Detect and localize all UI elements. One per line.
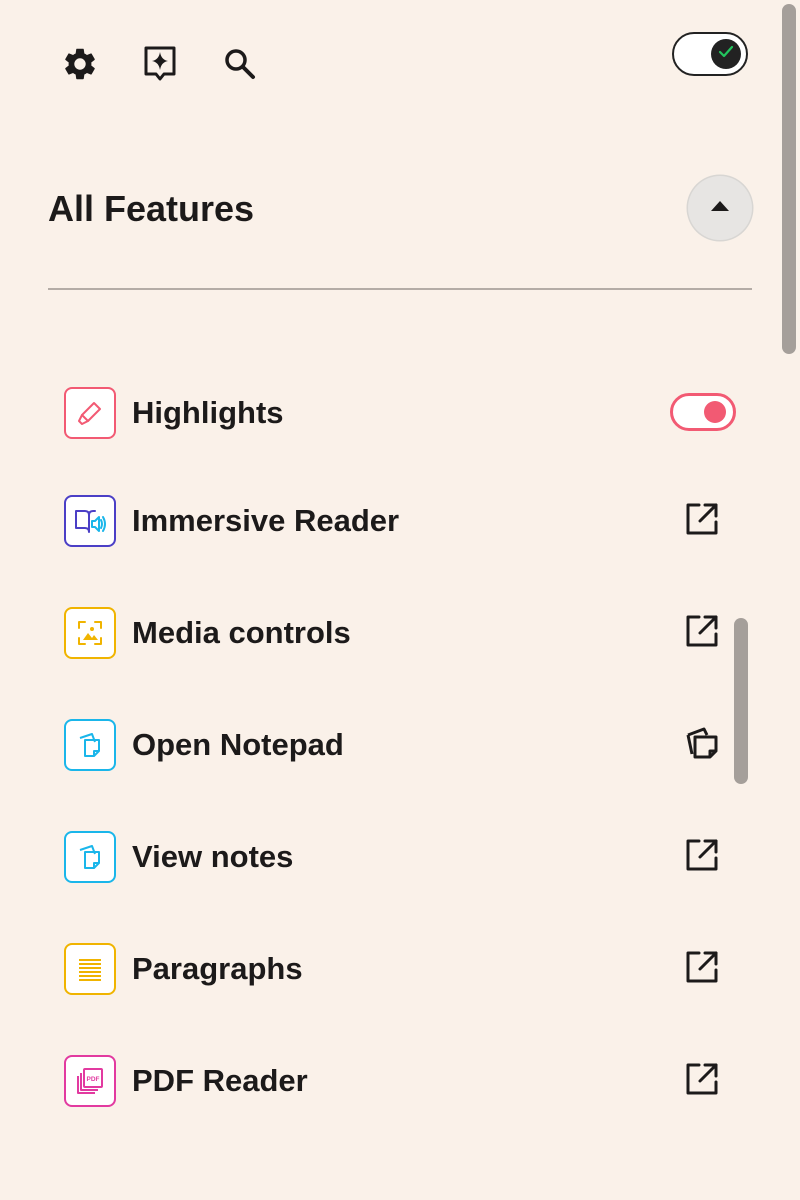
section-title: All Features (48, 188, 255, 229)
open-external-icon (685, 1062, 719, 1101)
collapse-button[interactable] (688, 176, 752, 240)
feature-label: Media controls (132, 615, 351, 650)
open-external-button[interactable] (684, 615, 720, 651)
toggle-knob (704, 401, 726, 423)
copy-notes-button[interactable] (684, 727, 720, 763)
list-scrollbar[interactable] (734, 618, 748, 784)
pdf-icon: PDF (64, 1055, 116, 1107)
open-external-icon (685, 838, 719, 877)
open-external-button[interactable] (684, 503, 720, 539)
settings-button[interactable] (56, 40, 104, 88)
open-external-icon (685, 614, 719, 653)
feature-label: View notes (132, 839, 294, 874)
sparkle-badge-icon (142, 45, 178, 83)
feature-panel: All Features Highlights Immersive Reader… (0, 0, 800, 1200)
notes-icon (64, 831, 116, 883)
feature-label: PDF Reader (132, 1063, 308, 1098)
section-divider (48, 288, 752, 290)
feature-immersive-reader[interactable]: Immersive Reader (64, 495, 744, 547)
feature-label: Immersive Reader (132, 503, 400, 538)
highlights-toggle[interactable] (670, 393, 736, 431)
pdf-icon-text: PDF (87, 1076, 100, 1083)
feature-label: Open Notepad (132, 727, 344, 762)
check-icon (718, 45, 734, 64)
feature-pdf-reader[interactable]: PDF PDF Reader (64, 1055, 744, 1107)
toggle-knob (711, 39, 741, 69)
open-external-button[interactable] (684, 951, 720, 987)
master-toggle[interactable] (672, 32, 748, 76)
search-button[interactable] (216, 40, 264, 88)
feature-label: Highlights (132, 395, 284, 430)
assistant-button[interactable] (136, 40, 184, 88)
feature-view-notes[interactable]: View notes (64, 831, 744, 883)
highlighter-icon (64, 387, 116, 439)
panel-scrollbar[interactable] (782, 4, 796, 354)
feature-open-notepad[interactable]: Open Notepad (64, 719, 744, 771)
open-external-icon (685, 502, 719, 541)
search-icon (223, 47, 257, 81)
gear-icon (61, 45, 99, 83)
immersive-reader-icon (64, 495, 116, 547)
feature-highlights[interactable]: Highlights (64, 387, 744, 439)
paragraph-lines-icon (64, 943, 116, 995)
feature-label: Paragraphs (132, 951, 303, 986)
feature-paragraphs[interactable]: Paragraphs (64, 943, 744, 995)
notepad-icon (64, 719, 116, 771)
open-external-icon (685, 950, 719, 989)
open-external-button[interactable] (684, 1063, 720, 1099)
media-image-icon (64, 607, 116, 659)
feature-media-controls[interactable]: Media controls (64, 607, 744, 659)
copy-notes-icon (684, 726, 720, 765)
caret-up-icon (709, 199, 731, 218)
open-external-button[interactable] (684, 839, 720, 875)
